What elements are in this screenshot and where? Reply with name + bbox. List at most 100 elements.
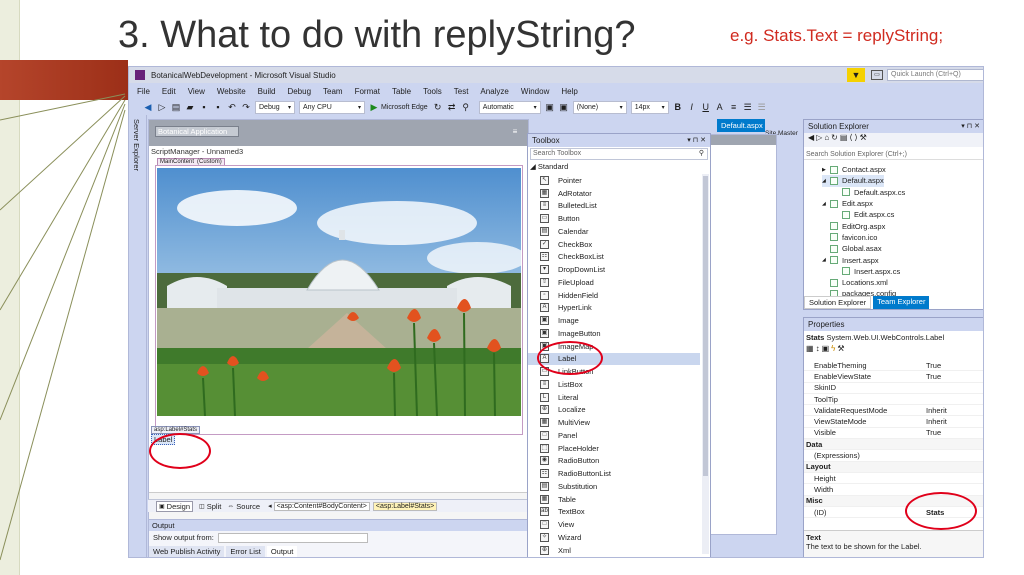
- align-icon[interactable]: ≡: [728, 101, 740, 113]
- breadcrumb-content[interactable]: <asp:Content#BodyContent>: [273, 501, 370, 511]
- property-row[interactable]: ViewStateMode Inherit: [804, 417, 983, 428]
- find-icon[interactable]: ⚲: [460, 101, 472, 113]
- property-category[interactable]: Layout: [804, 461, 983, 473]
- property-value[interactable]: Inherit: [922, 406, 983, 415]
- property-value[interactable]: True: [922, 361, 983, 370]
- property-row[interactable]: ToolTip: [804, 394, 983, 406]
- toolbox-item-view[interactable]: □ View: [528, 518, 700, 531]
- toolbox-item-xml[interactable]: ⊕ Xml: [528, 544, 700, 557]
- menu-edit[interactable]: Edit: [156, 87, 182, 96]
- save-all-icon[interactable]: ▪: [212, 101, 224, 113]
- se-item-edit-aspx[interactable]: ◢ Edit.aspx: [822, 198, 873, 209]
- toolbox-item-hyperlink[interactable]: A HyperLink: [528, 302, 700, 315]
- back-icon[interactable]: ◀: [142, 101, 154, 113]
- tree-arrow-icon[interactable]: ◢: [822, 257, 830, 263]
- forward-icon[interactable]: ▷: [156, 101, 168, 113]
- feedback-flag-icon[interactable]: ▼: [847, 68, 865, 82]
- se-item-global-asax[interactable]: Global.asax: [822, 243, 882, 254]
- toolbox-section-standard[interactable]: ◢ Standard: [530, 162, 568, 171]
- toolbox-item-image[interactable]: ▣ Image: [528, 314, 700, 327]
- tree-arrow-icon[interactable]: ◢: [822, 201, 830, 207]
- property-value[interactable]: True: [922, 428, 983, 437]
- platform-select[interactable]: Any CPU ▾: [299, 100, 365, 114]
- save-icon[interactable]: ▪: [198, 101, 210, 113]
- toolbox-item-checkbox[interactable]: ✓ CheckBox: [528, 238, 700, 251]
- quick-launch-input[interactable]: Quick Launch (Ctrl+Q): [887, 69, 983, 81]
- se-code-icon[interactable]: ⟨⟩: [849, 133, 859, 142]
- bullets-icon[interactable]: ☰: [742, 101, 754, 113]
- redo-icon[interactable]: ↷: [240, 101, 252, 113]
- toolbox-item-bulletedlist[interactable]: ≡ BulletedList: [528, 200, 700, 213]
- view-design-button[interactable]: ▣ Design: [156, 500, 194, 512]
- style-application-select[interactable]: Automatic ▾: [478, 100, 541, 114]
- property-row[interactable]: EnableViewState True: [804, 371, 983, 383]
- toolbox-item-multiview[interactable]: ▦ MultiView: [528, 416, 700, 429]
- toolbox-item-listbox[interactable]: ≡ ListBox: [528, 378, 700, 391]
- toolbox-item-imagebutton[interactable]: ▣ ImageButton: [528, 327, 700, 340]
- property-row[interactable]: ValidateRequestMode Inherit: [804, 405, 983, 417]
- se-sync-icon[interactable]: ↻: [831, 133, 840, 142]
- breadcrumb-label[interactable]: <asp:Label#Stats>: [372, 501, 438, 511]
- menu-analyze[interactable]: Analyze: [474, 87, 514, 96]
- tab-error-list[interactable]: Error List: [226, 546, 265, 557]
- toolbox-item-substitution[interactable]: ▤ Substitution: [528, 480, 700, 493]
- toolbox-search-input[interactable]: Search Toolbox ⚲: [530, 148, 708, 160]
- menu-file[interactable]: File: [131, 87, 156, 96]
- tab-default-aspx[interactable]: Default.aspx: [717, 119, 765, 132]
- toolbox-item-adrotator[interactable]: ▦ AdRotator: [528, 187, 700, 200]
- menu-table[interactable]: Table: [386, 87, 417, 96]
- toolbox-item-dropdownlist[interactable]: ▾ DropDownList: [528, 263, 700, 276]
- property-pages-icon[interactable]: ⚒: [837, 344, 846, 353]
- new-project-icon[interactable]: ▤: [170, 101, 182, 113]
- toolbox-item-hiddenfield[interactable]: ▫ HiddenField: [528, 289, 700, 302]
- property-row[interactable]: SkinID: [804, 383, 983, 394]
- bold-button[interactable]: B: [672, 101, 684, 113]
- se-item-default-aspx[interactable]: ◢ Default.aspx: [822, 175, 884, 187]
- tab-solution-explorer[interactable]: Solution Explorer: [804, 296, 872, 309]
- new-style-icon[interactable]: ▣: [544, 101, 556, 113]
- toolbox-item-textbox[interactable]: ab TextBox: [528, 506, 700, 519]
- menu-debug[interactable]: Debug: [281, 87, 317, 96]
- toolbox-item-radiobuttonlist[interactable]: ☷ RadioButtonList: [528, 467, 700, 480]
- undo-icon[interactable]: ↶: [226, 101, 238, 113]
- menu-tools[interactable]: Tools: [417, 87, 448, 96]
- se-item-insert-aspx-cs[interactable]: Insert.aspx.cs: [834, 266, 900, 277]
- toolbox-item-calendar[interactable]: ▤ Calendar: [528, 225, 700, 238]
- browser-link-icon[interactable]: ⇄: [446, 101, 458, 113]
- se-item-insert-aspx[interactable]: ◢ Insert.aspx: [822, 254, 879, 265]
- menu-format[interactable]: Format: [349, 87, 386, 96]
- menu-website[interactable]: Website: [211, 87, 252, 96]
- property-row[interactable]: EnableTheming True: [804, 360, 983, 372]
- se-item-locations-xml[interactable]: Locations.xml: [822, 277, 888, 288]
- se-item-contact-aspx[interactable]: ▶ Contact.aspx: [822, 164, 886, 175]
- server-explorer-strip[interactable]: Server Explorer: [129, 115, 147, 557]
- menu-window[interactable]: Window: [515, 87, 555, 96]
- property-value[interactable]: Inherit: [922, 417, 983, 426]
- tab-output[interactable]: Output: [266, 546, 298, 557]
- property-row[interactable]: Visible True: [804, 428, 983, 440]
- tab-web-publish[interactable]: Web Publish Activity: [149, 546, 225, 557]
- refresh-icon[interactable]: ↻: [432, 101, 444, 113]
- property-row[interactable]: Height: [804, 473, 983, 485]
- italic-button[interactable]: I: [686, 101, 698, 113]
- toolbox-item-checkboxlist[interactable]: ☷ CheckBoxList: [528, 251, 700, 264]
- play-icon[interactable]: ▶: [368, 101, 380, 113]
- property-row[interactable]: (Expressions): [804, 450, 983, 462]
- toolbox-item-radiobutton[interactable]: ◉ RadioButton: [528, 455, 700, 468]
- tree-arrow-icon[interactable]: ◢: [822, 178, 830, 184]
- toolbox-scrollbar[interactable]: [702, 174, 709, 554]
- configuration-select[interactable]: Debug ▾: [255, 100, 295, 114]
- se-item-default-aspx-cs[interactable]: Default.aspx.cs: [834, 187, 905, 198]
- breadcrumb-back-icon[interactable]: ◂: [268, 502, 272, 510]
- numbering-icon[interactable]: ☰: [756, 101, 768, 113]
- view-split-button[interactable]: ◫ Split: [199, 502, 221, 511]
- font-size-select[interactable]: 14px ▾: [630, 100, 669, 114]
- attach-style-icon[interactable]: ▣: [558, 101, 570, 113]
- toolbox-item-pointer[interactable]: ↖ Pointer: [528, 174, 700, 187]
- toolbox-item-placeholder[interactable]: ⬚ PlaceHolder: [528, 442, 700, 455]
- tree-arrow-icon[interactable]: ▶: [822, 167, 830, 173]
- toolbox-item-fileupload[interactable]: ⇧ FileUpload: [528, 276, 700, 289]
- toolbox-window-controls[interactable]: ▾ ⊓ ✕: [687, 134, 706, 147]
- categorized-icon[interactable]: ▦: [806, 344, 816, 353]
- se-search-input[interactable]: Search Solution Explorer (Ctrl+;): [804, 149, 983, 160]
